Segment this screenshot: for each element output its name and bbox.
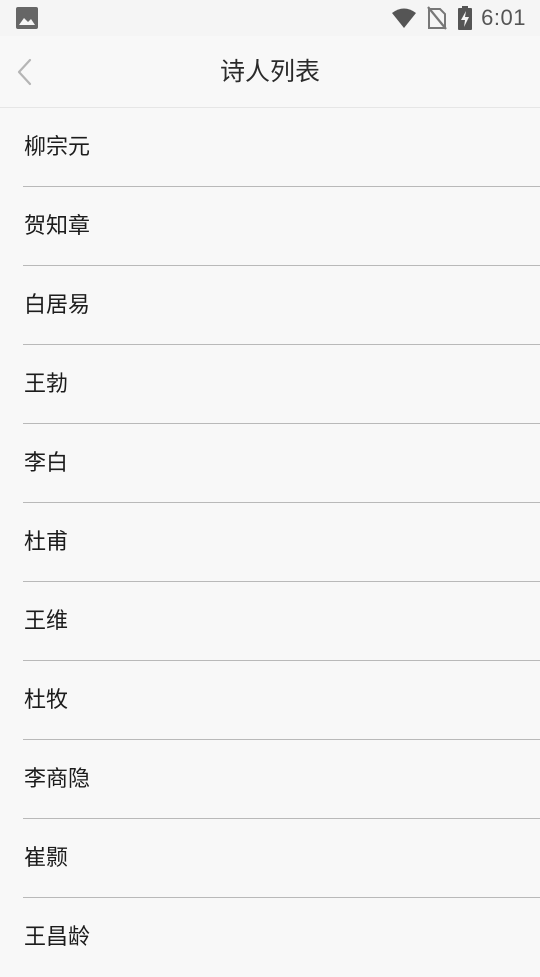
poet-name: 王昌龄 [24, 925, 91, 950]
list-item[interactable]: 王昌龄 [0, 898, 540, 977]
list-item[interactable]: 白居易 [0, 266, 540, 345]
poet-name: 杜甫 [24, 530, 69, 555]
poet-name: 崔颢 [24, 846, 69, 871]
poet-list: 柳宗元贺知章白居易王勃李白杜甫王维杜牧李商隐崔颢王昌龄 [0, 108, 540, 977]
list-item[interactable]: 王勃 [0, 345, 540, 424]
image-icon [16, 7, 38, 29]
poet-name: 白居易 [24, 293, 91, 318]
top-app-bar: 诗人列表 [0, 36, 540, 108]
battery-charging-icon [458, 6, 473, 30]
poet-name: 贺知章 [24, 214, 91, 239]
list-item[interactable]: 杜甫 [0, 503, 540, 582]
no-sim-icon [427, 6, 448, 30]
list-item[interactable]: 李商隐 [0, 740, 540, 819]
poet-name: 李白 [24, 451, 69, 476]
page-title: 诗人列表 [219, 57, 320, 86]
poet-name: 柳宗元 [24, 135, 91, 160]
status-icons: 6:01 [391, 5, 526, 31]
poet-name: 王勃 [24, 372, 69, 397]
list-item[interactable]: 崔颢 [0, 819, 540, 898]
wifi-icon [392, 8, 417, 28]
list-item[interactable]: 王维 [0, 582, 540, 661]
status-time: 6:01 [481, 5, 526, 30]
list-item[interactable]: 贺知章 [0, 187, 540, 266]
status-bar: 6:01 [0, 0, 540, 36]
list-item[interactable]: 柳宗元 [0, 108, 540, 187]
poet-name: 李商隐 [24, 767, 91, 792]
list-item[interactable]: 李白 [0, 424, 540, 503]
poet-name: 杜牧 [24, 688, 69, 713]
poet-name: 王维 [24, 609, 69, 634]
list-item[interactable]: 杜牧 [0, 661, 540, 740]
